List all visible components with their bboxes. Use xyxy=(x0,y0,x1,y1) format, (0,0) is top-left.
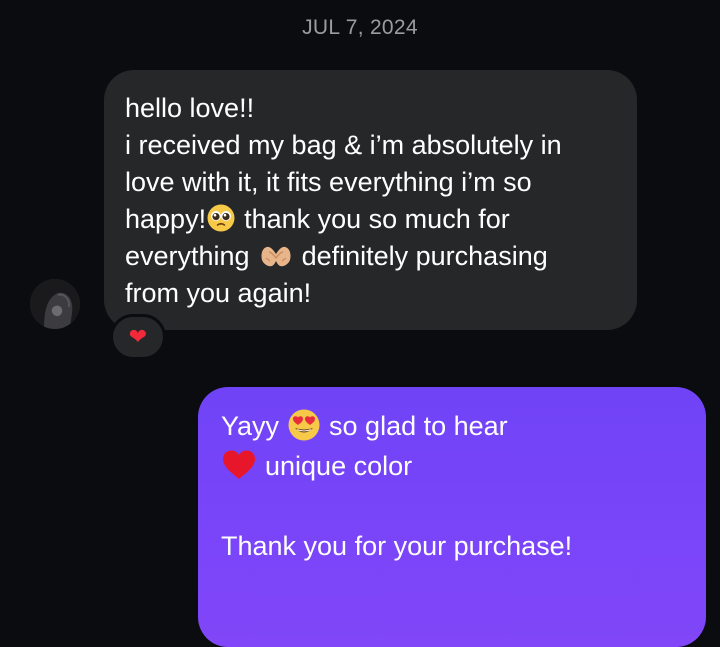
incoming-message-text: hello love!! i received my bag & i’m abs… xyxy=(125,90,617,312)
incoming-line: hello love!! xyxy=(125,93,255,123)
outgoing-message-text: Yayy so glad to hear unique color Thank … xyxy=(221,406,686,566)
outgoing-line: Yayy so glad to hear xyxy=(221,406,686,446)
avatar-photo-icon xyxy=(30,279,80,329)
heart-eyes-icon xyxy=(287,408,321,442)
incoming-line-segment: happy! xyxy=(125,204,207,234)
date-label: JUL 7, 2024 xyxy=(302,16,418,39)
heart-hands-icon xyxy=(258,240,294,270)
incoming-line-segment: everything xyxy=(125,241,250,271)
incoming-line-segment: definitely purchasing xyxy=(301,241,548,271)
avatar[interactable] xyxy=(30,279,80,329)
heart-reaction-icon: ❤ xyxy=(128,324,148,349)
incoming-line: from you again! xyxy=(125,278,312,308)
incoming-line-segment: thank you so much for xyxy=(244,204,510,234)
pleading-face-icon xyxy=(206,203,236,233)
outgoing-line: Thank you for your purchase! xyxy=(221,531,573,561)
outgoing-line-segment: Yayy xyxy=(221,411,280,441)
incoming-line: i received my bag & i’m absolutely in xyxy=(125,130,562,160)
heart-reaction[interactable]: ❤ xyxy=(110,314,166,360)
outgoing-line-segment: so glad to hear xyxy=(329,411,508,441)
outgoing-line: unique color xyxy=(221,446,686,486)
incoming-message-bubble[interactable]: hello love!! i received my bag & i’m abs… xyxy=(104,70,637,330)
outgoing-blank-line xyxy=(221,486,686,526)
incoming-line: happy! thank you so much for xyxy=(125,201,617,238)
red-heart-icon xyxy=(221,449,257,481)
incoming-line: everything definitely purchasing xyxy=(125,238,617,275)
outgoing-message-bubble[interactable]: Yayy so glad to hear unique color Thank … xyxy=(198,387,706,647)
incoming-line: love with it, it fits everything i’m so xyxy=(125,167,532,197)
outgoing-line-segment: unique color xyxy=(265,451,413,481)
